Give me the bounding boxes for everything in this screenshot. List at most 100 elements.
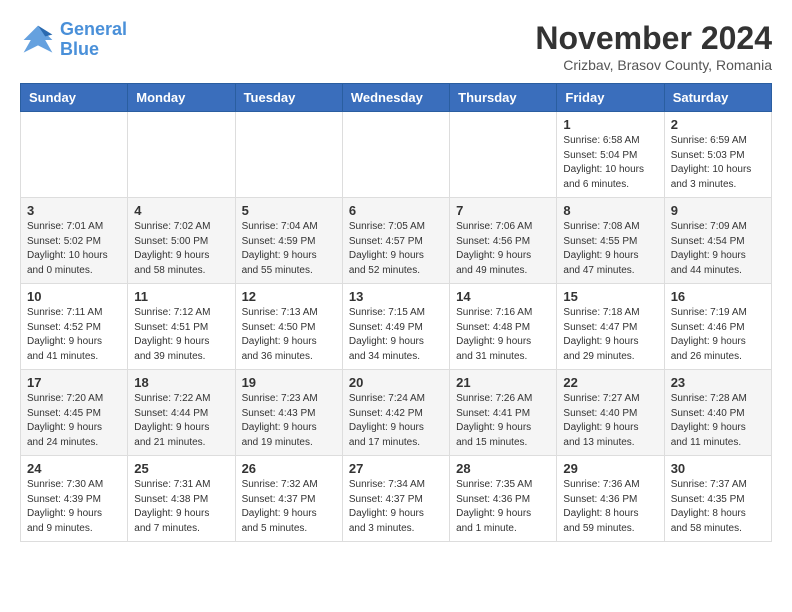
day-number: 28 <box>456 461 550 476</box>
day-info: Sunrise: 7:16 AMSunset: 4:48 PMDaylight:… <box>456 306 550 364</box>
day-info: Sunrise: 7:04 AMSunset: 4:59 PMDaylight:… <box>242 220 336 278</box>
day-info: Sunrise: 7:31 AMSunset: 4:38 PMDaylight:… <box>134 478 228 536</box>
calendar-cell: 19 Sunrise: 7:23 AMSunset: 4:43 PMDayligh… <box>235 370 342 456</box>
day-number: 26 <box>242 461 336 476</box>
calendar-cell: 15 Sunrise: 7:18 AMSunset: 4:47 PMDayligh… <box>557 284 664 370</box>
day-info: Sunrise: 7:35 AMSunset: 4:36 PMDaylight:… <box>456 478 550 536</box>
month-year-title: November 2024 <box>535 20 772 57</box>
calendar-cell: 16 Sunrise: 7:19 AMSunset: 4:46 PMDayligh… <box>664 284 771 370</box>
day-number: 19 <box>242 375 336 390</box>
day-info: Sunrise: 7:11 AMSunset: 4:52 PMDaylight:… <box>27 306 121 364</box>
day-number: 2 <box>671 117 765 132</box>
day-info: Sunrise: 7:26 AMSunset: 4:41 PMDaylight:… <box>456 392 550 450</box>
calendar-header-row: SundayMondayTuesdayWednesdayThursdayFrid… <box>21 84 772 112</box>
calendar-cell: 24 Sunrise: 7:30 AMSunset: 4:39 PMDayligh… <box>21 456 128 542</box>
day-number: 23 <box>671 375 765 390</box>
day-number: 21 <box>456 375 550 390</box>
calendar-cell: 28 Sunrise: 7:35 AMSunset: 4:36 PMDayligh… <box>450 456 557 542</box>
day-info: Sunrise: 7:15 AMSunset: 4:49 PMDaylight:… <box>349 306 443 364</box>
day-info: Sunrise: 7:06 AMSunset: 4:56 PMDaylight:… <box>456 220 550 278</box>
day-number: 7 <box>456 203 550 218</box>
day-info: Sunrise: 7:36 AMSunset: 4:36 PMDaylight:… <box>563 478 657 536</box>
header-day-thursday: Thursday <box>450 84 557 112</box>
day-info: Sunrise: 7:01 AMSunset: 5:02 PMDaylight:… <box>27 220 121 278</box>
day-number: 4 <box>134 203 228 218</box>
day-info: Sunrise: 6:59 AMSunset: 5:03 PMDaylight:… <box>671 134 765 192</box>
calendar-week-row: 17Sunrise: 7:20 AMSunset: 4:45 PMDayligh… <box>21 370 772 456</box>
day-number: 5 <box>242 203 336 218</box>
calendar-cell: 14 Sunrise: 7:16 AMSunset: 4:48 PMDayligh… <box>450 284 557 370</box>
logo: General Blue <box>20 20 127 60</box>
logo-text: General Blue <box>60 20 127 60</box>
day-number: 29 <box>563 461 657 476</box>
day-number: 3 <box>27 203 121 218</box>
calendar-cell: 9Sunrise: 7:09 AMSunset: 4:54 PMDaylight… <box>664 198 771 284</box>
day-info: Sunrise: 7:37 AMSunset: 4:35 PMDaylight:… <box>671 478 765 536</box>
calendar-week-row: 24 Sunrise: 7:30 AMSunset: 4:39 PMDayligh… <box>21 456 772 542</box>
day-number: 1 <box>563 117 657 132</box>
day-number: 8 <box>563 203 657 218</box>
calendar-cell: 18Sunrise: 7:22 AMSunset: 4:44 PMDayligh… <box>128 370 235 456</box>
day-number: 16 <box>671 289 765 304</box>
day-info: Sunrise: 7:32 AMSunset: 4:37 PMDaylight:… <box>242 478 336 536</box>
day-info: Sunrise: 7:02 AMSunset: 5:00 PMDaylight:… <box>134 220 228 278</box>
day-number: 11 <box>134 289 228 304</box>
day-info: Sunrise: 7:23 AMSunset: 4:43 PMDaylight:… <box>242 392 336 450</box>
day-number: 22 <box>563 375 657 390</box>
calendar-cell: 5 Sunrise: 7:04 AMSunset: 4:59 PMDaylight… <box>235 198 342 284</box>
day-info: Sunrise: 7:30 AMSunset: 4:39 PMDaylight:… <box>27 478 121 536</box>
day-info: Sunrise: 7:24 AMSunset: 4:42 PMDaylight:… <box>349 392 443 450</box>
calendar-cell: 10 Sunrise: 7:11 AMSunset: 4:52 PMDayligh… <box>21 284 128 370</box>
calendar-table: SundayMondayTuesdayWednesdayThursdayFrid… <box>20 83 772 542</box>
calendar-cell: 21 Sunrise: 7:26 AMSunset: 4:41 PMDayligh… <box>450 370 557 456</box>
day-number: 25 <box>134 461 228 476</box>
day-info: Sunrise: 7:09 AMSunset: 4:54 PMDaylight:… <box>671 220 765 278</box>
day-info: Sunrise: 7:20 AMSunset: 4:45 PMDaylight:… <box>27 392 121 450</box>
day-number: 20 <box>349 375 443 390</box>
calendar-cell: 23 Sunrise: 7:28 AMSunset: 4:40 PMDayligh… <box>664 370 771 456</box>
day-info: Sunrise: 7:05 AMSunset: 4:57 PMDaylight:… <box>349 220 443 278</box>
header-day-tuesday: Tuesday <box>235 84 342 112</box>
calendar-cell: 8Sunrise: 7:08 AMSunset: 4:55 PMDaylight… <box>557 198 664 284</box>
calendar-cell: 7 Sunrise: 7:06 AMSunset: 4:56 PMDaylight… <box>450 198 557 284</box>
day-number: 27 <box>349 461 443 476</box>
calendar-cell: 26 Sunrise: 7:32 AMSunset: 4:37 PMDayligh… <box>235 456 342 542</box>
header-day-friday: Friday <box>557 84 664 112</box>
calendar-cell <box>450 112 557 198</box>
calendar-cell: 22Sunrise: 7:27 AMSunset: 4:40 PMDayligh… <box>557 370 664 456</box>
day-info: Sunrise: 7:13 AMSunset: 4:50 PMDaylight:… <box>242 306 336 364</box>
day-number: 14 <box>456 289 550 304</box>
calendar-cell <box>128 112 235 198</box>
logo-icon <box>20 22 56 58</box>
calendar-cell: 29 Sunrise: 7:36 AMSunset: 4:36 PMDayligh… <box>557 456 664 542</box>
title-block: November 2024 Crizbav, Brasov County, Ro… <box>535 20 772 73</box>
calendar-cell: 12Sunrise: 7:13 AMSunset: 4:50 PMDayligh… <box>235 284 342 370</box>
calendar-cell: 1 Sunrise: 6:58 AMSunset: 5:04 PMDaylight… <box>557 112 664 198</box>
calendar-cell: 13 Sunrise: 7:15 AMSunset: 4:49 PMDayligh… <box>342 284 449 370</box>
calendar-cell <box>235 112 342 198</box>
calendar-cell: 2 Sunrise: 6:59 AMSunset: 5:03 PMDaylight… <box>664 112 771 198</box>
day-info: Sunrise: 7:28 AMSunset: 4:40 PMDaylight:… <box>671 392 765 450</box>
page-header: General Blue November 2024 Crizbav, Bras… <box>20 20 772 73</box>
day-number: 13 <box>349 289 443 304</box>
day-info: Sunrise: 7:19 AMSunset: 4:46 PMDaylight:… <box>671 306 765 364</box>
calendar-week-row: 1 Sunrise: 6:58 AMSunset: 5:04 PMDaylight… <box>21 112 772 198</box>
day-info: Sunrise: 6:58 AMSunset: 5:04 PMDaylight:… <box>563 134 657 192</box>
day-number: 24 <box>27 461 121 476</box>
day-number: 10 <box>27 289 121 304</box>
day-info: Sunrise: 7:12 AMSunset: 4:51 PMDaylight:… <box>134 306 228 364</box>
day-number: 15 <box>563 289 657 304</box>
header-day-sunday: Sunday <box>21 84 128 112</box>
calendar-cell: 6 Sunrise: 7:05 AMSunset: 4:57 PMDaylight… <box>342 198 449 284</box>
calendar-week-row: 10 Sunrise: 7:11 AMSunset: 4:52 PMDayligh… <box>21 284 772 370</box>
calendar-cell: 17Sunrise: 7:20 AMSunset: 4:45 PMDayligh… <box>21 370 128 456</box>
day-number: 6 <box>349 203 443 218</box>
header-day-monday: Monday <box>128 84 235 112</box>
location-subtitle: Crizbav, Brasov County, Romania <box>535 57 772 73</box>
calendar-cell: 4 Sunrise: 7:02 AMSunset: 5:00 PMDaylight… <box>128 198 235 284</box>
day-info: Sunrise: 7:18 AMSunset: 4:47 PMDaylight:… <box>563 306 657 364</box>
calendar-cell: 25 Sunrise: 7:31 AMSunset: 4:38 PMDayligh… <box>128 456 235 542</box>
calendar-cell: 20 Sunrise: 7:24 AMSunset: 4:42 PMDayligh… <box>342 370 449 456</box>
calendar-cell: 3 Sunrise: 7:01 AMSunset: 5:02 PMDaylight… <box>21 198 128 284</box>
day-number: 18 <box>134 375 228 390</box>
